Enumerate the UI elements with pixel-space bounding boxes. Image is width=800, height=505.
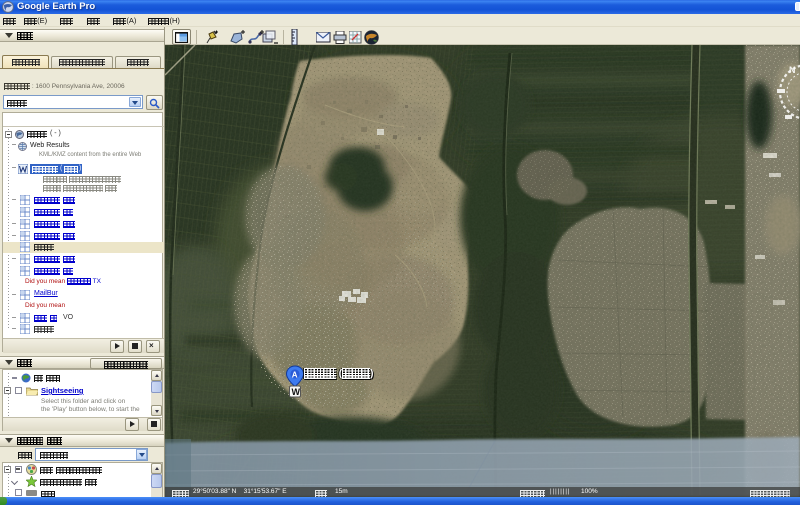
svg-text:W: W [292, 387, 301, 397]
svg-text:N: N [789, 65, 796, 75]
svg-text:A: A [292, 370, 298, 379]
